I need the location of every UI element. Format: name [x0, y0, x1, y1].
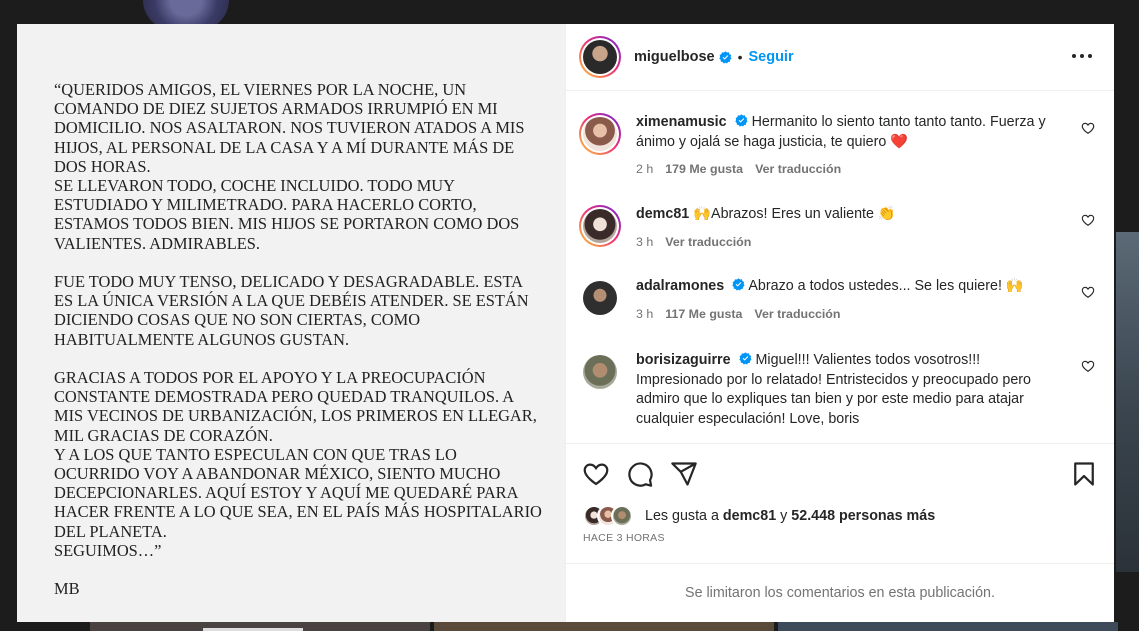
post-header: miguelbose • Seguir: [566, 24, 1114, 91]
comment-time: 2 h: [636, 162, 654, 177]
comment-meta: 3 h Ver traducción: [636, 233, 1066, 253]
author-avatar[interactable]: [579, 36, 621, 78]
likes-first-user[interactable]: demc81: [723, 508, 776, 524]
likes-connector: y: [780, 508, 788, 524]
comment-meta: 2 h 179 Me gusta Ver traducción: [636, 160, 1066, 180]
comment-item: ximenamusic Hermanito lo siento tanto ta…: [579, 113, 1099, 180]
heart-icon[interactable]: [1081, 213, 1095, 227]
header-separator: •: [737, 49, 743, 65]
comments-list[interactable]: ximenamusic Hermanito lo siento tanto ta…: [566, 91, 1114, 443]
translate-link[interactable]: Ver traducción: [665, 233, 751, 253]
comment-username[interactable]: adalramones: [636, 278, 724, 294]
commenter-avatar[interactable]: [579, 351, 621, 393]
background-feed-image: [778, 622, 1118, 631]
comment-likes[interactable]: 117 Me gusta: [665, 305, 742, 325]
post-actions: Les gusta a demc81 y 52.448 personas más…: [566, 443, 1114, 563]
comment-item: adalramones Abrazo a todos ustedes... Se…: [579, 277, 1099, 324]
comments-limited-notice: Se limitaron los comentarios en esta pub…: [566, 563, 1114, 622]
heart-icon[interactable]: [1081, 359, 1095, 373]
post-image: “QUERIDOS AMIGOS, EL VIERNES POR LA NOCH…: [17, 24, 565, 622]
comment-username[interactable]: demc81: [636, 206, 689, 222]
verified-icon: [718, 50, 732, 64]
background-feed-image: [1116, 232, 1139, 572]
commenter-avatar[interactable]: [579, 205, 621, 247]
heart-icon[interactable]: [1081, 285, 1095, 299]
comment-username[interactable]: ximenamusic: [636, 114, 727, 130]
post-statement-text: “QUERIDOS AMIGOS, EL VIERNES POR LA NOCH…: [54, 80, 542, 560]
heart-icon[interactable]: [582, 460, 610, 488]
comment-item: borisizaguirre Miguel!!! Valientes todos…: [579, 351, 1099, 429]
commenter-avatar[interactable]: [579, 113, 621, 155]
comment-time: 3 h: [636, 234, 654, 249]
comment-body: demc81 🙌Abrazos! Eres un valiente 👏 3 h …: [636, 205, 1066, 252]
translate-link[interactable]: Ver traducción: [754, 305, 840, 325]
commenter-photo: [583, 355, 617, 389]
verified-icon: [738, 352, 752, 365]
commenter-photo: [583, 209, 617, 243]
save-icon[interactable]: [1070, 460, 1098, 488]
likes-count[interactable]: 52.448 personas más: [791, 508, 935, 524]
translate-link[interactable]: Ver traducción: [755, 160, 841, 180]
likes-summary: Les gusta a demc81 y 52.448 personas más: [583, 505, 935, 527]
commenter-photo: [583, 281, 617, 315]
comment-meta: 3 h 117 Me gusta Ver traducción: [636, 305, 1066, 325]
liker-avatar: [611, 505, 633, 527]
post-side-panel: miguelbose • Seguir ximenamusic Hermanit…: [565, 24, 1114, 622]
comment-icon[interactable]: [626, 460, 654, 488]
commenter-avatar[interactable]: [579, 277, 621, 319]
verified-icon: [732, 278, 745, 291]
commenter-photo: [583, 117, 617, 151]
post-modal: “QUERIDOS AMIGOS, EL VIERNES POR LA NOCH…: [17, 24, 1114, 622]
comment-likes[interactable]: 179 Me gusta: [665, 160, 743, 180]
comment-body: adalramones Abrazo a todos ustedes... Se…: [636, 277, 1066, 324]
comment-username[interactable]: borisizaguirre: [636, 352, 731, 368]
heart-icon[interactable]: [1081, 121, 1095, 135]
background-feed-image: [434, 622, 774, 631]
comment-text: Abrazo a todos ustedes... Se les quiere!…: [748, 278, 1024, 294]
comment-body: ximenamusic Hermanito lo siento tanto ta…: [636, 113, 1066, 180]
likes-prefix: Les gusta a: [645, 508, 719, 524]
comment-time: 3 h: [636, 306, 654, 321]
share-icon[interactable]: [670, 460, 698, 488]
comment-item: demc81 🙌Abrazos! Eres un valiente 👏 3 h …: [579, 205, 1099, 252]
likers-avatars[interactable]: [583, 505, 639, 527]
follow-button[interactable]: Seguir: [748, 49, 793, 65]
author-username[interactable]: miguelbose: [634, 49, 715, 65]
comment-body: borisizaguirre Miguel!!! Valientes todos…: [636, 351, 1066, 429]
post-time: HACE 3 HORAS: [583, 532, 665, 544]
author-photo: [583, 40, 617, 74]
post-signature: MB: [54, 579, 80, 598]
more-icon[interactable]: [1072, 46, 1092, 66]
comment-text: 🙌Abrazos! Eres un valiente 👏: [693, 206, 896, 222]
verified-icon: [734, 114, 748, 127]
